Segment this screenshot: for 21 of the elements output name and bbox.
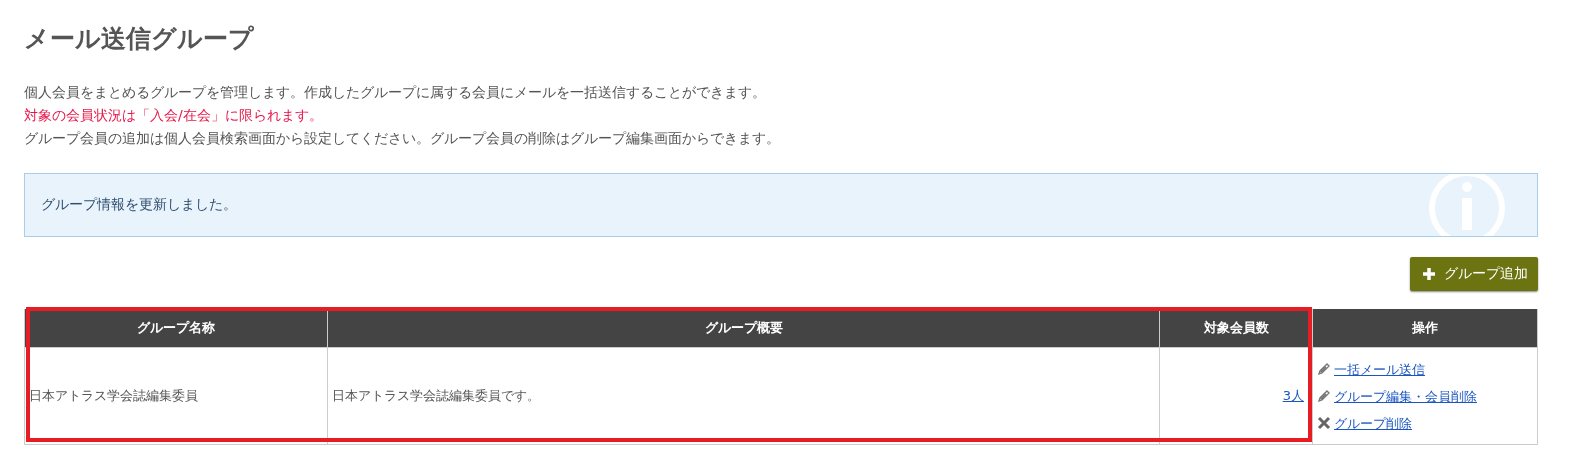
pencil-icon <box>1317 389 1331 403</box>
table-cell: 日本アトラス学会誌編集委員です。 <box>327 347 1160 445</box>
alert-message: グループ情報を更新しました。 <box>41 196 237 214</box>
member-count-link[interactable]: 3人 <box>1282 388 1304 403</box>
pencil-icon <box>1317 362 1331 376</box>
column-header: グループ名称 <box>24 309 328 348</box>
add-group-button[interactable]: グループ追加 <box>1410 257 1538 291</box>
action-link[interactable]: グループ削除 <box>1334 409 1412 437</box>
description-text: グループ会員の追加は個人会員検索画面から設定してください。グループ会員の削除はグループ編集画面からできます。 <box>24 129 781 148</box>
column-header: 対象会員数 <box>1159 309 1313 348</box>
description-text: 個人会員をまとめるグループを管理します。作成したグループに属する会員にメールを一括送信することができます。 <box>24 83 767 102</box>
warning-text: 対象の会員状況は「入会/在会」に限られます。 <box>24 106 324 125</box>
page-title: メール送信グループ <box>24 23 255 55</box>
action-link[interactable]: グループ編集・会員削除 <box>1334 382 1477 410</box>
table-cell: 日本アトラス学会誌編集委員 <box>24 347 328 445</box>
close-icon <box>1317 416 1331 430</box>
column-header: 操作 <box>1312 309 1538 348</box>
info-icon <box>1427 174 1507 236</box>
column-header: グループ概要 <box>327 309 1160 348</box>
action-link[interactable]: 一括メール送信 <box>1334 355 1425 383</box>
plus-icon <box>1422 267 1436 281</box>
